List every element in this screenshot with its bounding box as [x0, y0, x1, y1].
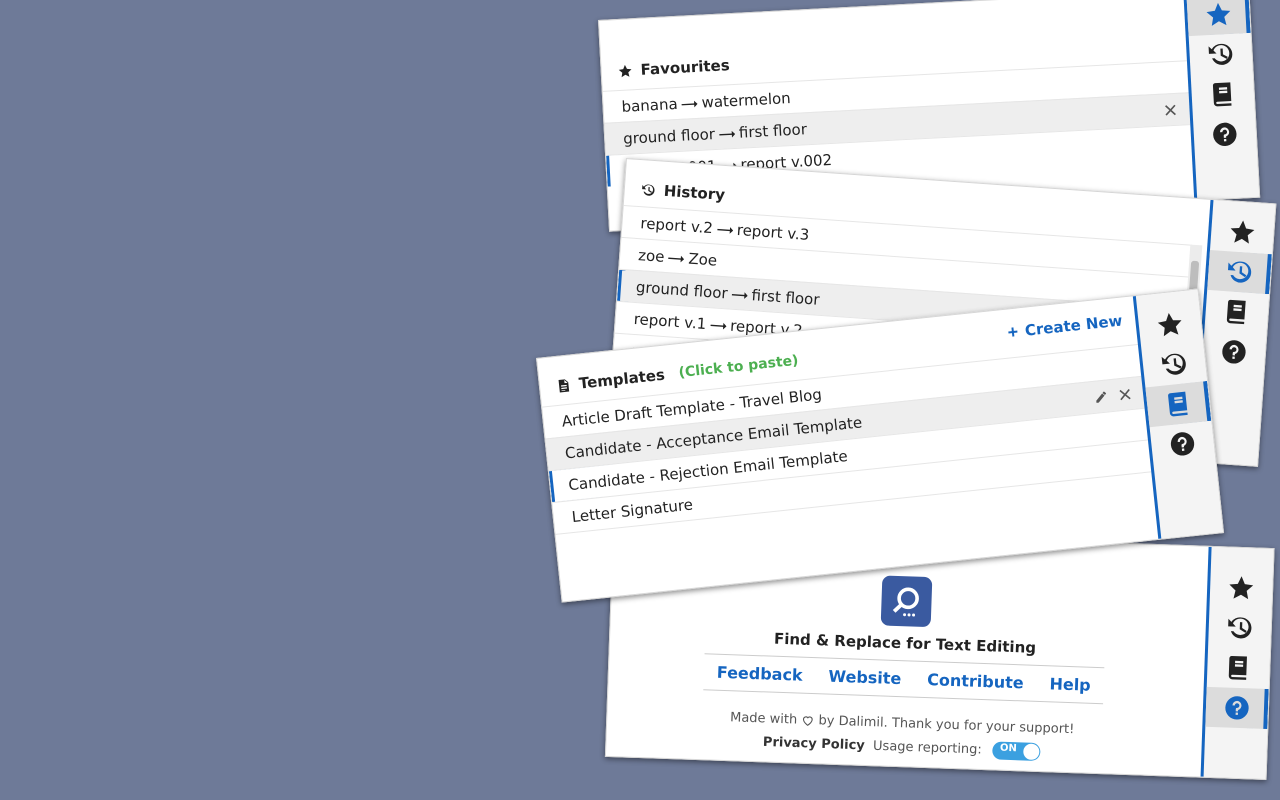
- help-icon: [1210, 120, 1239, 149]
- nav-favourites-button[interactable]: [1186, 0, 1251, 37]
- nav-help-button[interactable]: [1205, 686, 1269, 729]
- plus-icon: [1006, 325, 1019, 338]
- templates-hint: (Click to paste): [677, 352, 800, 382]
- toggle-knob: [1022, 743, 1040, 760]
- nav-favourites-button[interactable]: [1137, 301, 1203, 347]
- help-icon: [1167, 429, 1198, 460]
- item-to: first floor: [738, 120, 808, 142]
- item-to: watermelon: [701, 89, 792, 112]
- item-to: report v.3: [736, 220, 810, 244]
- create-new-label: Create New: [1024, 311, 1124, 340]
- nav-history-button[interactable]: [1141, 341, 1207, 387]
- close-icon[interactable]: [1163, 103, 1178, 118]
- nav-templates-button[interactable]: [1204, 290, 1269, 334]
- book-icon: [1224, 653, 1253, 682]
- item-to: Zoe: [687, 249, 718, 270]
- nav-rail: [1183, 0, 1260, 201]
- nav-templates-button[interactable]: [1145, 380, 1212, 428]
- usage-reporting-toggle[interactable]: ON: [991, 741, 1041, 762]
- history-icon: [1225, 257, 1255, 287]
- star-icon: [1227, 217, 1257, 247]
- history-icon: [1206, 40, 1235, 69]
- heart-icon: [801, 714, 814, 727]
- nav-history-button[interactable]: [1207, 249, 1272, 295]
- help-link[interactable]: Help: [1049, 674, 1091, 694]
- templates-title: Templates: [577, 365, 666, 393]
- create-new-button[interactable]: Create New: [1006, 312, 1123, 342]
- contribute-link[interactable]: Contribute: [927, 670, 1024, 692]
- nav-templates-button[interactable]: [1191, 73, 1255, 116]
- app-name: Find & Replace for Text Editing: [773, 629, 1037, 657]
- history-title: History: [663, 181, 726, 204]
- usage-reporting-label: Usage reporting:: [872, 738, 983, 758]
- favourites-header: Favourites: [617, 56, 730, 80]
- item-from: ground floor: [635, 278, 729, 303]
- privacy-policy-link[interactable]: Privacy Policy: [763, 735, 865, 754]
- item-from: report v.2: [639, 214, 714, 238]
- star-icon: [1155, 309, 1186, 340]
- nav-favourites-button[interactable]: [1210, 210, 1275, 254]
- item-from: zoe: [637, 246, 666, 266]
- row-actions: [1163, 94, 1179, 127]
- arrow-right-icon: [681, 98, 698, 109]
- nav-help-button[interactable]: [1202, 330, 1267, 374]
- book-icon: [1163, 389, 1194, 420]
- item-from: banana: [621, 94, 679, 116]
- arrow-right-icon: [719, 128, 736, 139]
- nav-history-button[interactable]: [1189, 33, 1253, 76]
- book-icon: [1208, 80, 1237, 109]
- arrow-right-icon: [710, 320, 727, 331]
- nav-favourites-button[interactable]: [1210, 567, 1273, 609]
- history-header: History: [640, 180, 726, 204]
- about-links: Feedback Website Contribute Help: [703, 653, 1105, 705]
- favourites-title: Favourites: [640, 56, 731, 79]
- item-from: report v.1: [633, 309, 707, 333]
- pencil-icon[interactable]: [1093, 389, 1108, 404]
- search-logo-icon: [880, 575, 933, 628]
- nav-help-button[interactable]: [1150, 421, 1216, 467]
- arrow-right-icon: [717, 224, 734, 235]
- help-icon: [1223, 693, 1252, 722]
- book-icon: [1222, 297, 1252, 327]
- feedback-link[interactable]: Feedback: [717, 663, 803, 685]
- star-icon: [1227, 573, 1256, 602]
- history-icon: [1225, 613, 1254, 642]
- made-with-suffix: by Dalimil. Thank you for your support!: [818, 713, 1075, 738]
- toggle-state: ON: [999, 742, 1018, 755]
- arrow-right-icon: [731, 289, 748, 300]
- made-with-prefix: Made with: [729, 710, 798, 728]
- document-icon: [555, 377, 571, 393]
- nav-templates-button[interactable]: [1207, 647, 1270, 689]
- close-icon[interactable]: [1117, 387, 1132, 402]
- nav-history-button[interactable]: [1208, 607, 1271, 649]
- star-icon: [1204, 0, 1233, 29]
- arrow-right-icon: [668, 253, 685, 264]
- nav-help-button[interactable]: [1193, 113, 1257, 156]
- history-icon: [640, 182, 656, 198]
- item-from: ground floor: [622, 125, 716, 148]
- help-icon: [1219, 337, 1249, 367]
- star-icon: [617, 63, 633, 79]
- magnifier-icon: [892, 587, 919, 617]
- nav-rail: [1200, 546, 1274, 779]
- website-link[interactable]: Website: [828, 667, 902, 689]
- item-to: first floor: [750, 286, 821, 309]
- history-icon: [1159, 349, 1190, 380]
